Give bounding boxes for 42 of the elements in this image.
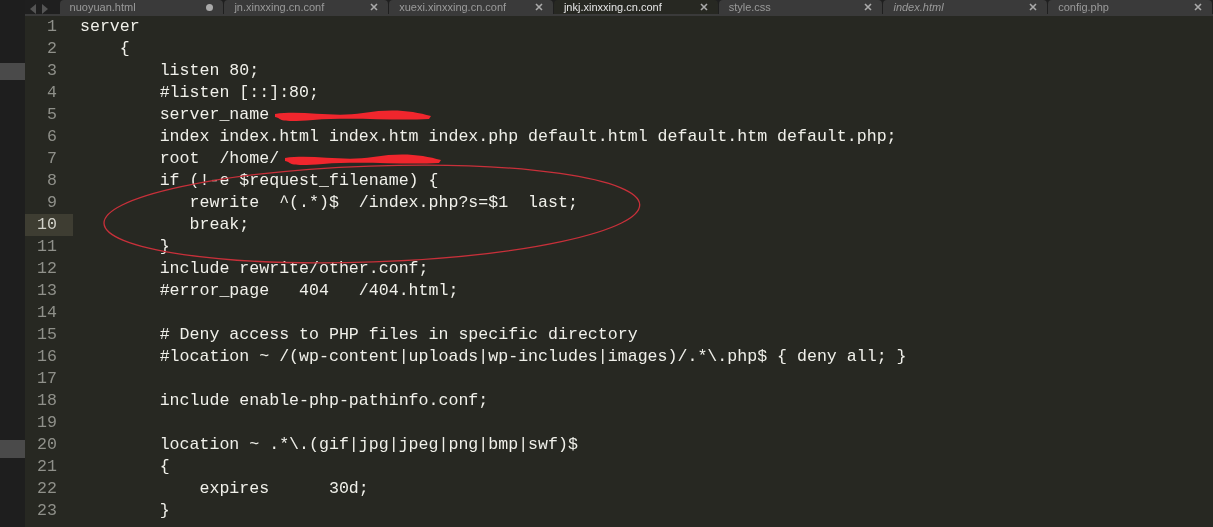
tab-label: xuexi.xinxxing.cn.conf: [399, 1, 507, 13]
close-icon[interactable]: [1193, 3, 1202, 11]
code-line: {: [158, 455, 170, 478]
code-line: #error_page 404 /404.html;: [158, 279, 459, 302]
code-line: # Deny access to PHP files in specific directory: [158, 323, 638, 346]
close-icon[interactable]: [699, 3, 708, 11]
code-line: root /home/: [158, 147, 280, 170]
tab-label: jn.xinxxing.cn.conf: [234, 1, 325, 13]
code-line: server_name: [158, 103, 270, 126]
code-line: }: [158, 235, 170, 258]
close-icon[interactable]: [864, 3, 873, 11]
tab[interactable]: index.html: [883, 0, 1048, 14]
close-icon[interactable]: [370, 3, 379, 11]
code-line: location ~ .*\.(gif|jpg|jpeg|png|bmp|swf)$: [158, 433, 578, 456]
close-icon[interactable]: [534, 3, 543, 11]
tab[interactable]: config.php: [1048, 0, 1212, 14]
code-line: include enable-php-pathinfo.conf;: [158, 389, 489, 412]
code-line: listen 80;: [158, 59, 260, 82]
line-number: 10: [25, 214, 73, 236]
tab[interactable]: jn.xinxxing.cn.conf: [224, 0, 389, 14]
tab-label: style.css: [728, 1, 771, 13]
code-line: rewrite ^(.*)$ /index.php?s=$1 last;: [188, 191, 578, 214]
code-line: #location ~ /(wp-content|uploads|wp-includes|images)/.*\.php$ { deny all; }: [158, 345, 907, 368]
close-icon[interactable]: [1029, 3, 1038, 11]
code-line: {: [118, 37, 130, 60]
code-line: expires 30d;: [198, 477, 369, 500]
code-line: server: [80, 15, 140, 38]
code-line: #listen [::]:80;: [158, 81, 319, 104]
tab[interactable]: style.css: [718, 0, 883, 14]
tab[interactable]: nuoyuan.html: [59, 0, 224, 14]
tab-label: index.html: [893, 1, 944, 13]
tab-label: jnkj.xinxxing.cn.conf: [563, 1, 662, 13]
code-line: }: [158, 499, 170, 522]
scroll-marker: [0, 440, 25, 458]
code-line: index index.html index.htm index.php default.html default.htm default.php;: [158, 125, 897, 148]
tab[interactable]: xuexi.xinxxing.cn.conf: [389, 0, 553, 14]
tab-label: config.php: [1058, 1, 1109, 13]
tab-label: nuoyuan.html: [69, 1, 136, 13]
code-line: break;: [188, 213, 250, 236]
code-line: include rewrite/other.conf;: [158, 257, 429, 280]
tab[interactable]: jnkj.xinxxing.cn.conf: [553, 0, 718, 14]
scroll-marker: [0, 63, 25, 80]
